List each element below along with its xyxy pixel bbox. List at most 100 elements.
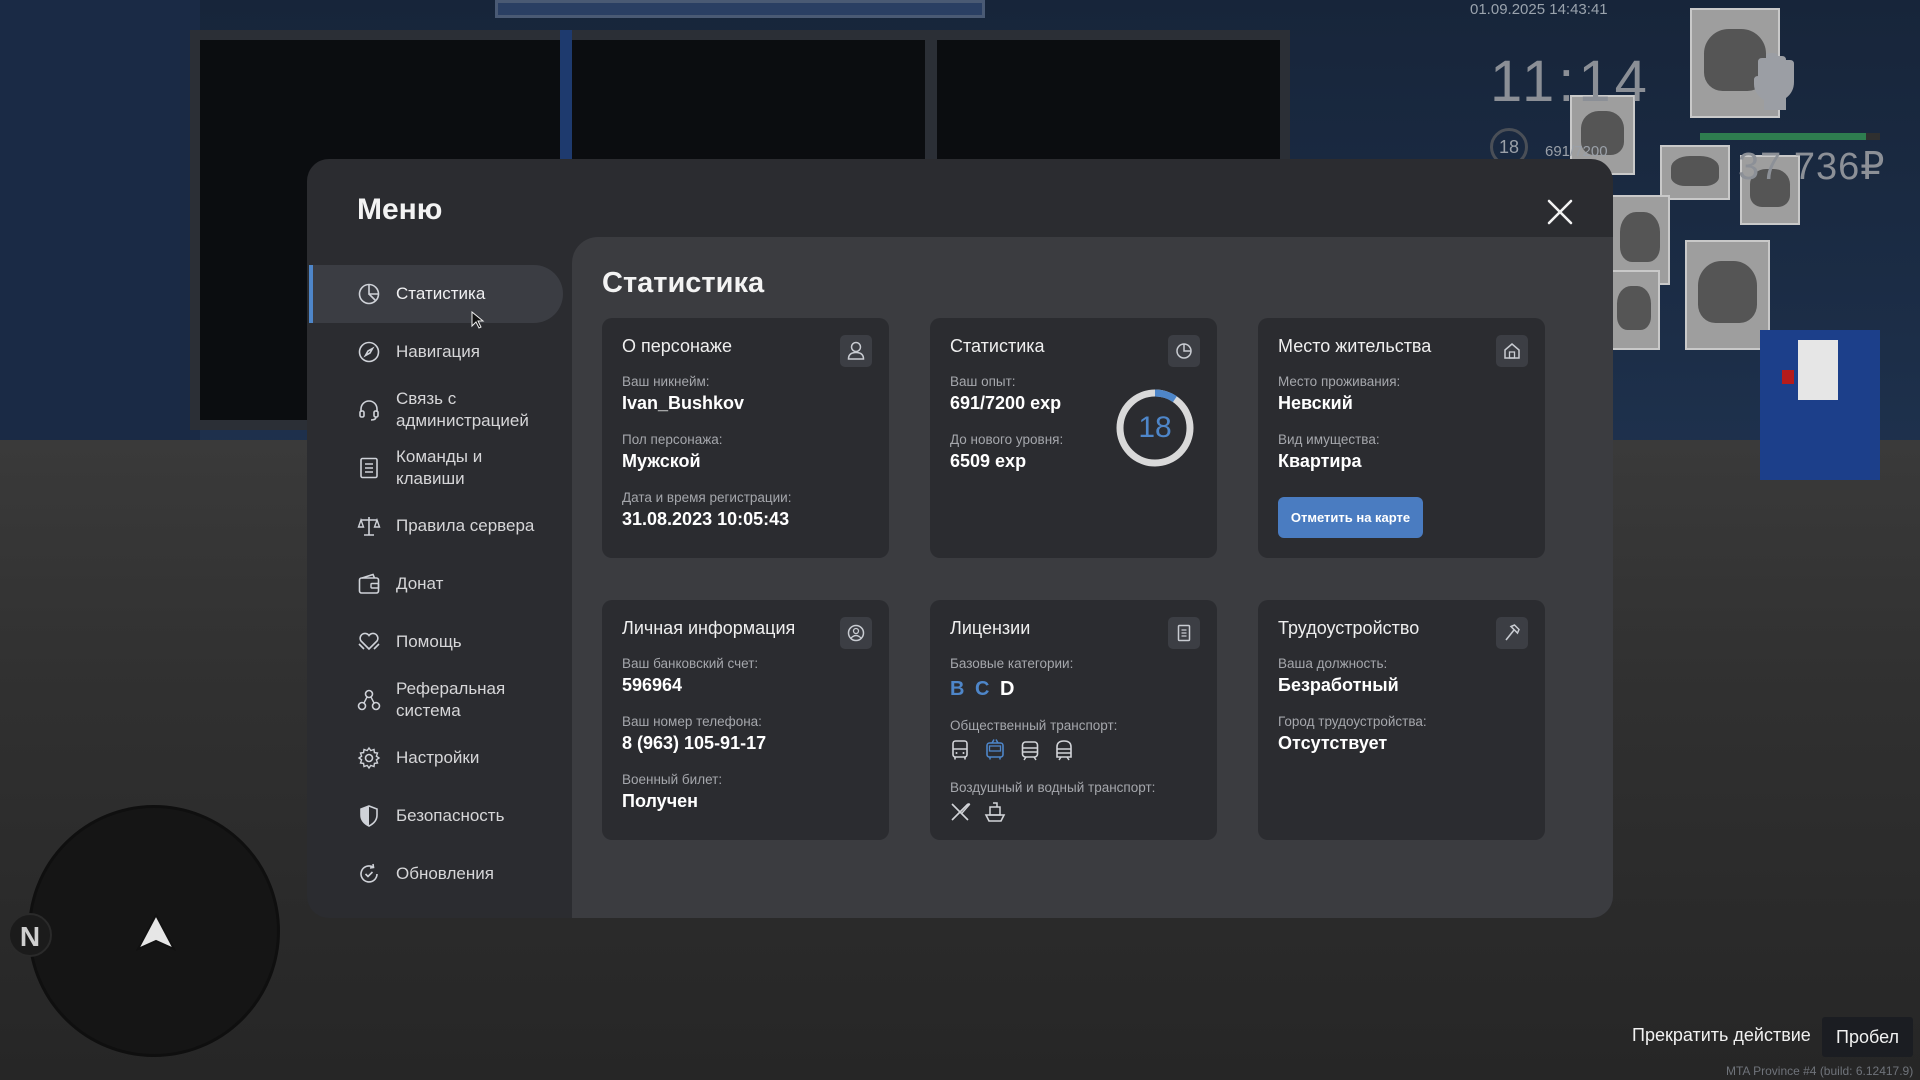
sidebar-item-label: Статистика: [396, 284, 486, 303]
sidebar-item-admin-contact[interactable]: Связь с администрацией: [309, 381, 563, 439]
card-residence: Место жительства Место проживания: Невск…: [1258, 318, 1545, 558]
position-label: Ваша должность:: [1278, 656, 1388, 671]
position-value: Безработный: [1278, 675, 1399, 695]
military-label: Военный билет:: [622, 772, 723, 787]
card-title: Место жительства: [1278, 336, 1432, 356]
bus-icon: [948, 738, 972, 762]
scales-icon: [357, 514, 381, 538]
card-title: Личная информация: [622, 618, 796, 638]
sidebar-item-updates[interactable]: Обновления: [309, 845, 563, 903]
sidebar-item-label: Навигация: [396, 342, 480, 361]
hammer-icon: [1496, 617, 1528, 649]
sidebar-item-settings[interactable]: Настройки: [309, 729, 563, 787]
shield-icon: [357, 804, 381, 828]
bank-account-label: Ваш банковский счет:: [622, 656, 759, 671]
mouse-cursor-icon: [471, 311, 485, 329]
menu-window: Меню Статистика Навигация Связь с админи…: [307, 159, 1613, 918]
minimap-north-marker: N: [8, 913, 52, 957]
sidebar-item-label: Команды и клавиши: [396, 447, 483, 488]
action-hint-text: Прекратить действие: [1632, 1025, 1811, 1045]
card-title: О персонаже: [622, 336, 732, 356]
headset-icon: [357, 398, 381, 422]
gender-label: Пол персонажа:: [622, 432, 723, 447]
next-level-value: 6509 exp: [950, 451, 1027, 471]
hud-exp: 691/7200: [1545, 143, 1608, 160]
hud-datetime: 01.09.2025 14:43:41: [1470, 1, 1608, 18]
card-employment: Трудоустройство Ваша должность: Безработ…: [1258, 600, 1545, 840]
sidebar-item-referral[interactable]: Реферальная система: [309, 671, 563, 729]
close-button[interactable]: [1543, 195, 1577, 229]
sidebar-item-navigation[interactable]: Навигация: [309, 323, 563, 381]
user-icon: [840, 335, 872, 367]
sidebar-item-statistics[interactable]: Статистика: [309, 265, 563, 323]
heart-hands-icon: [357, 630, 381, 654]
gender-value: Мужской: [622, 451, 701, 471]
nickname-value: Ivan_Bushkov: [622, 393, 745, 413]
id-card-icon: [1168, 617, 1200, 649]
trolleybus-icon: [983, 738, 1007, 762]
sidebar-item-label: Связь с администрацией: [396, 389, 529, 430]
sidebar-item-commands[interactable]: Команды и клавиши: [309, 439, 563, 497]
sidebar-item-label: Настройки: [396, 748, 480, 767]
property-type-label: Вид имущества:: [1278, 432, 1380, 447]
level-progress-ring: 18: [1115, 388, 1195, 468]
gear-icon: [357, 746, 381, 770]
sidebar-item-label: Реферальная система: [396, 679, 506, 720]
wanted-poster: [1660, 145, 1730, 200]
registration-label: Дата и время регистрации:: [622, 490, 792, 505]
sidebar-item-label: Донат: [396, 574, 444, 593]
card-statistics: Статистика Ваш опыт: 691/7200 exp До нов…: [930, 318, 1217, 558]
tram-icon: [1018, 738, 1042, 762]
residence-place-value: Невский: [1278, 393, 1353, 413]
boat-icon: [983, 800, 1007, 824]
exp-value: 691/7200 exp: [950, 393, 1062, 413]
license-category: D: [1000, 678, 1015, 700]
sidebar-item-help[interactable]: Помощь: [309, 613, 563, 671]
base-categories-label: Базовые категории:: [950, 656, 1074, 671]
fist-icon: [1742, 52, 1800, 112]
health-bar: [1700, 133, 1880, 140]
sidebar-item-security[interactable]: Безопасность: [309, 787, 563, 845]
scene-sign: [495, 0, 985, 18]
license-category: C: [975, 678, 990, 700]
content-panel: Статистика О персонаже Ваш никнейм: Ivan…: [572, 237, 1613, 918]
airplane-icon: [948, 800, 972, 824]
work-city-value: Отсутствует: [1278, 733, 1388, 753]
work-city-label: Город трудоустройства:: [1278, 714, 1427, 729]
scene-blue-box: [1760, 330, 1880, 480]
build-info: MTA Province #4 (build: 6.12417.9): [1726, 1064, 1914, 1078]
action-hint-key[interactable]: Пробел: [1822, 1017, 1913, 1057]
card-character: О персонаже Ваш никнейм: Ivan_Bushkov По…: [602, 318, 889, 558]
house-icon: [1496, 335, 1528, 367]
phone-value: 8 (963) 105-91-17: [622, 733, 767, 753]
registration-value: 31.08.2023 10:05:43: [622, 509, 790, 529]
wanted-poster: [1608, 270, 1660, 350]
referral-icon: [357, 688, 381, 712]
card-title: Статистика: [950, 336, 1045, 356]
document-list-icon: [357, 456, 381, 480]
content-title: Статистика: [602, 267, 765, 299]
card-personal-info: Личная информация Ваш банковский счет: 5…: [602, 600, 889, 840]
military-value: Получен: [622, 791, 699, 811]
level-number: 18: [1138, 411, 1172, 444]
license-category: B: [950, 678, 965, 700]
metro-icon: [1052, 738, 1076, 762]
sidebar-item-label: Помощь: [396, 632, 462, 651]
public-transport-label: Общественный транспорт:: [950, 718, 1118, 733]
sidebar-item-rules[interactable]: Правила сервера: [309, 497, 563, 555]
sidebar-item-donate[interactable]: Донат: [309, 555, 563, 613]
mark-on-map-button[interactable]: Отметить на карте: [1278, 497, 1423, 538]
sidebar-item-label: Безопасность: [396, 806, 505, 825]
menu-title: Меню: [357, 193, 443, 226]
hud-money: 37 736₽: [1738, 146, 1886, 188]
exp-label: Ваш опыт:: [950, 374, 1016, 389]
close-icon: [1547, 199, 1573, 225]
wallet-icon: [357, 572, 381, 596]
compass-icon: [357, 340, 381, 364]
bank-account-value: 596964: [622, 675, 683, 695]
residence-place-label: Место проживания:: [1278, 374, 1401, 389]
sidebar-item-label: Правила сервера: [396, 516, 535, 535]
card-title: Трудоустройство: [1278, 618, 1420, 638]
next-level-label: До нового уровня:: [950, 432, 1064, 447]
pie-chart-icon: [1168, 335, 1200, 367]
